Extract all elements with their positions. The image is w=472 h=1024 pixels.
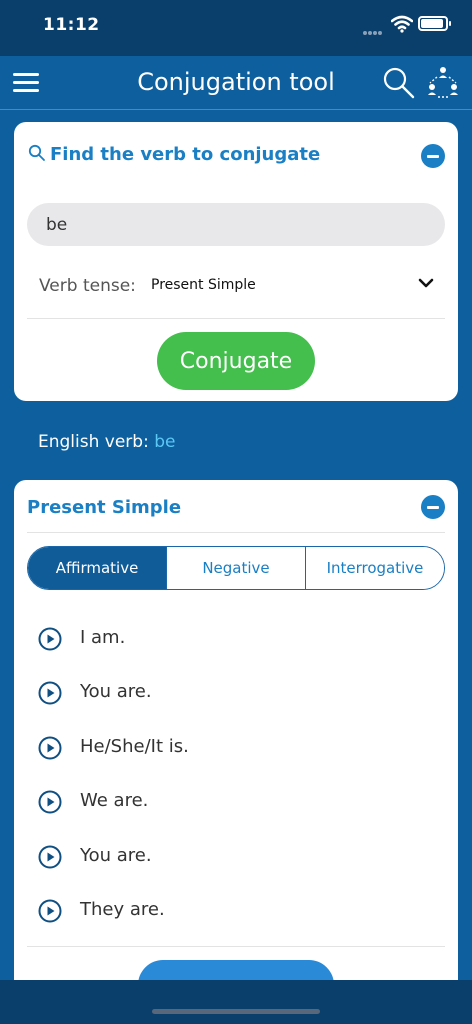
- tense-title: Present Simple: [27, 497, 182, 518]
- wifi-icon: [391, 15, 413, 33]
- search-card-heading[interactable]: Find the verb to conjugate: [28, 144, 320, 165]
- search-icon[interactable]: [382, 66, 416, 100]
- battery-icon: [418, 16, 451, 31]
- network-icon[interactable]: [426, 65, 460, 99]
- play-icon[interactable]: [38, 627, 62, 651]
- status-time: 11:12: [43, 15, 100, 35]
- conjugation-list: I am. You are. He/She/It is. We are. You…: [14, 613, 458, 939]
- play-icon[interactable]: [38, 736, 62, 760]
- divider: [27, 946, 445, 947]
- divider: [27, 318, 445, 319]
- tab-interrogative[interactable]: Interrogative: [306, 547, 444, 589]
- list-item: We are.: [14, 776, 458, 830]
- play-icon[interactable]: [38, 790, 62, 814]
- play-icon[interactable]: [38, 899, 62, 923]
- collapse-icon[interactable]: [421, 495, 445, 519]
- home-indicator[interactable]: [152, 1009, 320, 1014]
- collapse-icon[interactable]: [421, 144, 445, 168]
- results-card: Present Simple Affirmative Negative Inte…: [14, 480, 458, 1010]
- conjugation-text: We are.: [80, 790, 149, 812]
- tab-negative[interactable]: Negative: [167, 547, 306, 589]
- tab-affirmative[interactable]: Affirmative: [28, 547, 167, 589]
- status-bar: 11:12: [0, 0, 472, 56]
- list-item: You are.: [14, 667, 458, 721]
- conjugation-text: I am.: [80, 627, 126, 648]
- list-item: He/She/It is.: [14, 722, 458, 776]
- search-card: Find the verb to conjugate Verb tense: P…: [14, 122, 458, 401]
- verb-link[interactable]: be: [154, 432, 175, 452]
- bottom-bar: [0, 980, 472, 1024]
- conjugation-text: He/She/It is.: [80, 735, 189, 757]
- verb-info-label: English verb:: [38, 432, 149, 452]
- verb-input[interactable]: [27, 203, 445, 246]
- tense-label: Verb tense:: [39, 276, 136, 296]
- list-item: They are.: [14, 885, 458, 939]
- search-card-title: Find the verb to conjugate: [50, 144, 321, 165]
- app-header: Conjugation tool: [0, 56, 472, 110]
- play-icon[interactable]: [38, 681, 62, 705]
- conjugation-text: They are.: [80, 898, 165, 920]
- search-icon: [28, 144, 45, 161]
- conjugation-text: You are.: [80, 681, 152, 703]
- list-item: I am.: [14, 613, 458, 667]
- conjugation-text: You are.: [80, 844, 152, 866]
- tense-select[interactable]: Present Simple: [151, 277, 256, 293]
- conjugate-button[interactable]: Conjugate: [157, 332, 315, 390]
- form-tabs: Affirmative Negative Interrogative: [27, 546, 445, 590]
- verb-info: English verb: be: [38, 432, 175, 452]
- chevron-down-icon[interactable]: [418, 277, 434, 289]
- list-item: You are.: [14, 831, 458, 885]
- signal-icon: [363, 20, 383, 39]
- divider: [27, 532, 445, 533]
- play-icon[interactable]: [38, 845, 62, 869]
